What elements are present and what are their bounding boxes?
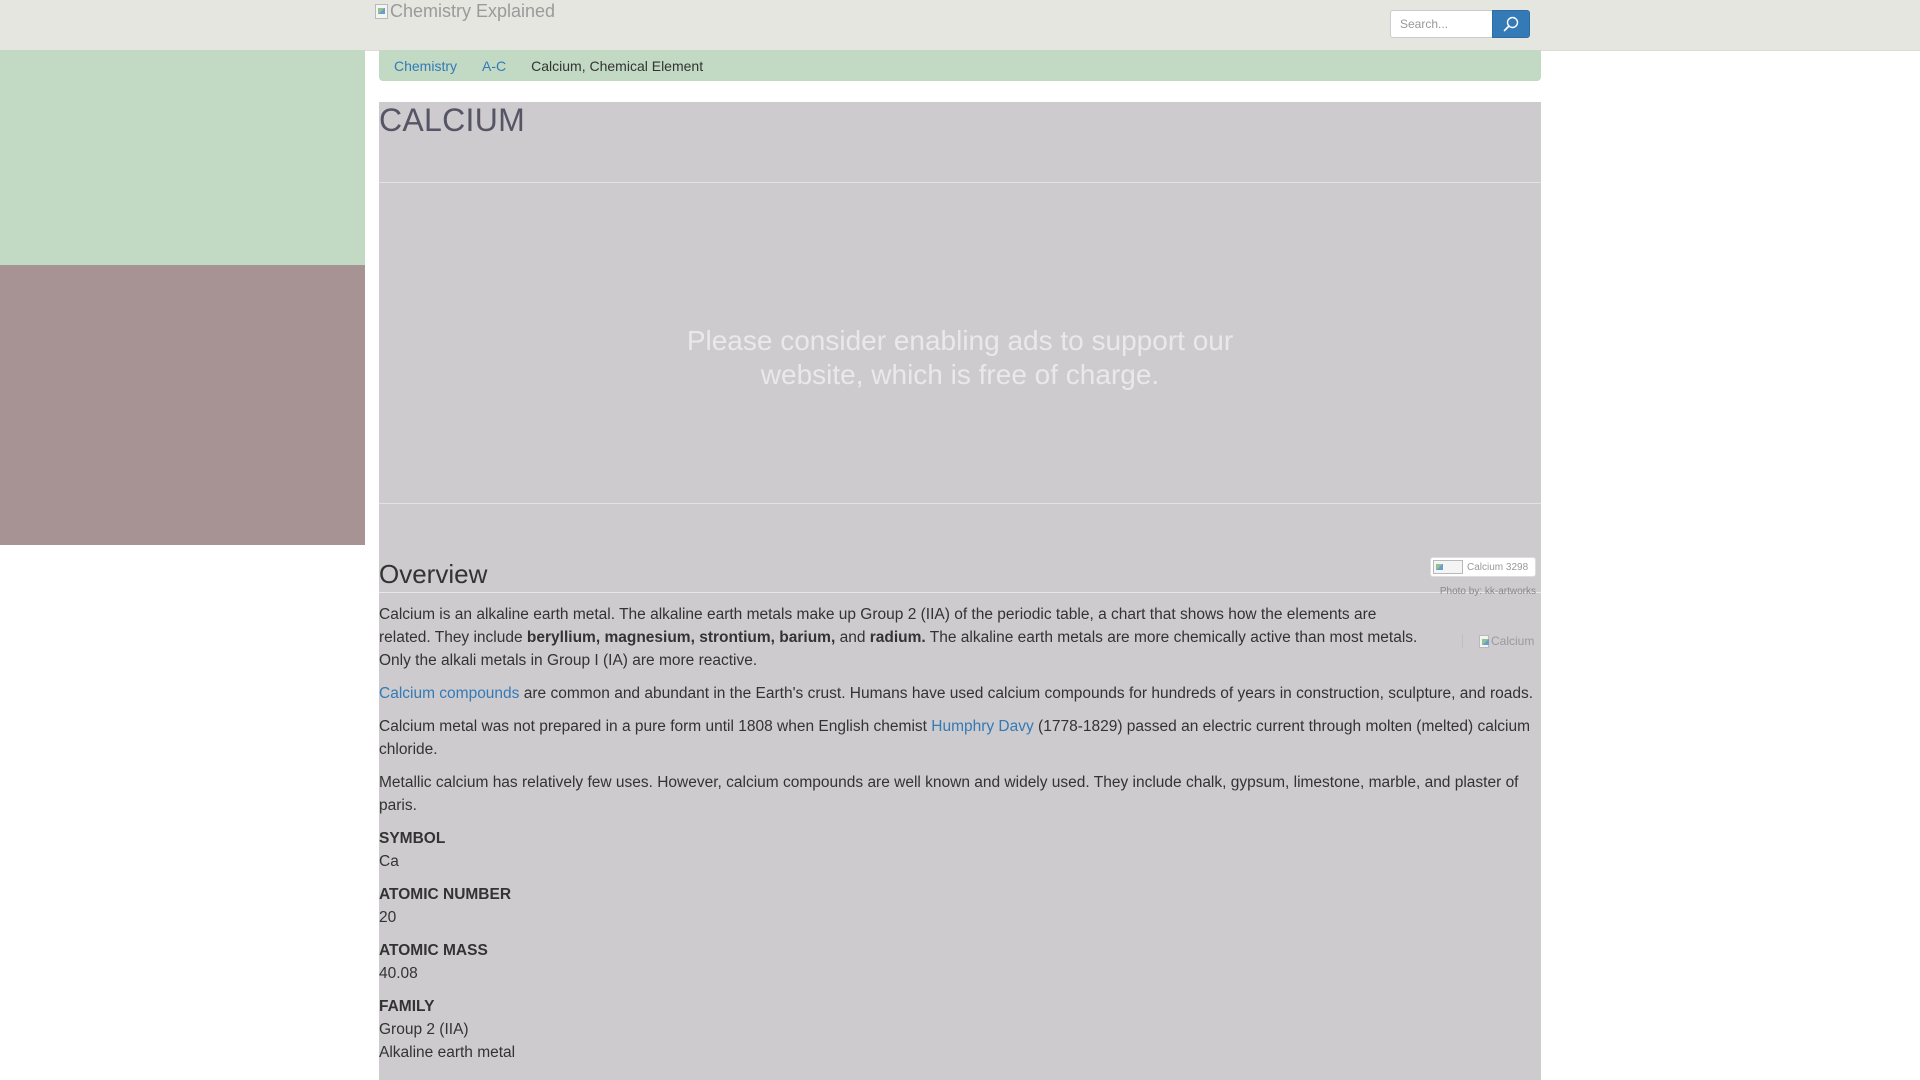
divider xyxy=(379,182,1541,183)
fact-atomic-mass: ATOMIC MASS 40.08 xyxy=(379,939,1541,985)
search-button[interactable] xyxy=(1492,10,1530,38)
left-ad-slot-bottom xyxy=(0,265,365,545)
bold-text: beryllium, magnesium, strontium, barium, xyxy=(526,629,836,646)
logo-alt-text: Chemistry Explained xyxy=(390,0,556,21)
fact-value: Ca xyxy=(379,853,399,870)
fact-value: Alkaline earth metal xyxy=(379,1044,516,1061)
fact-label: FAMILY xyxy=(379,998,435,1015)
paragraph: Metallic calcium has relatively few uses… xyxy=(379,774,1519,814)
fact-atomic-number: ATOMIC NUMBER 20 xyxy=(379,883,1541,929)
fact-value: Group 2 (IIA) xyxy=(379,1021,469,1038)
broken-image-icon xyxy=(375,3,388,19)
paragraph-text: are common and abundant in the Earth's c… xyxy=(519,685,1534,702)
paragraph-text: and xyxy=(835,629,870,646)
article-content: CALCIUM Please consider enabling ads to … xyxy=(379,102,1541,1080)
top-navbar: Chemistry Explained xyxy=(0,0,1920,51)
fact-family: FAMILY Group 2 (IIA) Alkaline earth meta… xyxy=(379,995,1541,1064)
site-logo[interactable]: Chemistry Explained xyxy=(375,1,555,21)
breadcrumb-link-chemistry[interactable]: Chemistry xyxy=(394,58,457,74)
paragraph: Calcium is an alkaline earth metal. The … xyxy=(379,603,1419,672)
divider xyxy=(379,503,1541,504)
page-title: CALCIUM xyxy=(379,102,526,138)
breadcrumb-current: Calcium, Chemical Element xyxy=(531,57,704,74)
fact-label: ATOMIC MASS xyxy=(379,942,488,959)
paragraph: Calcium metal was not prepared in a pure… xyxy=(379,715,1541,761)
article-photo[interactable]: Calcium 3298 xyxy=(1430,557,1536,577)
bold-text: radium. xyxy=(869,629,926,646)
fact-symbol: SYMBOL Ca xyxy=(379,827,1541,873)
fact-label: ATOMIC NUMBER xyxy=(379,886,512,903)
fact-value: 40.08 xyxy=(379,965,418,982)
paragraph: Calcium compounds are common and abundan… xyxy=(379,682,1541,705)
search-input[interactable] xyxy=(1390,10,1493,38)
ad-block-message: Please consider enabling ads to support … xyxy=(686,325,1234,390)
overview-heading: Overview xyxy=(379,559,488,589)
fact-label: SYMBOL xyxy=(379,830,446,847)
calcium-compounds-link[interactable]: Calcium compounds xyxy=(379,685,519,702)
breadcrumb: Chemistry A-C Calcium, Chemical Element xyxy=(379,50,1541,81)
article-body: Calcium is an alkaline earth metal. The … xyxy=(379,603,1541,1074)
humphry-davy-link[interactable]: Humphry Davy xyxy=(931,718,1034,735)
left-ad-slot-top xyxy=(0,50,365,265)
broken-image-icon xyxy=(1433,560,1463,574)
fact-value: 20 xyxy=(379,909,397,926)
paragraph-text: Calcium metal was not prepared in a pure… xyxy=(379,718,932,735)
divider xyxy=(379,592,1541,593)
photo-credit: Photo by: kk-artworks xyxy=(1439,586,1536,597)
search-icon xyxy=(1503,16,1519,32)
breadcrumb-link-a-c[interactable]: A-C xyxy=(482,58,506,74)
photo-alt-text: Calcium 3298 xyxy=(1467,561,1529,573)
